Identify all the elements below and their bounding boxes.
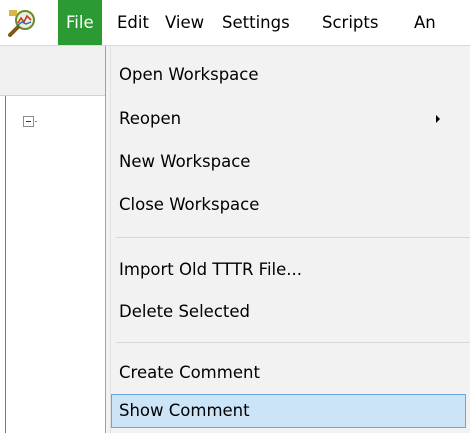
workspace-panel [0,46,112,433]
collapse-tree-icon[interactable] [23,116,34,127]
menu-item-delete-selected[interactable]: Delete Selected [106,295,470,329]
magnifier-chart-icon[interactable] [7,8,37,38]
submenu-arrow-icon [436,115,440,123]
menu-item-label: Import Old TTTR File... [119,260,303,279]
menu-item-open-workspace[interactable]: Open Workspace [106,58,470,92]
menu-item-import-old-tttr[interactable]: Import Old TTTR File... [106,253,470,287]
menu-item-label: New Workspace [119,152,251,171]
menu-item-label: Reopen [119,109,182,128]
menu-item-show-comment[interactable]: Show Comment [111,394,466,428]
file-dropdown-menu: Open Workspace Reopen New Workspace Clos… [105,46,470,433]
menu-view[interactable]: View [165,0,204,45]
menu-item-label: Create Comment [119,363,260,382]
menu-item-reopen[interactable]: Reopen [106,102,470,136]
workspace-toolbar-strip [0,46,112,96]
menu-item-close-workspace[interactable]: Close Workspace [106,188,470,222]
panel-border [5,96,6,433]
menu-bar: File Edit View Settings Scripts An [0,0,470,46]
menu-scripts[interactable]: Scripts [322,0,378,45]
menu-settings[interactable]: Settings [222,0,290,45]
menu-separator [116,237,470,238]
menu-edit[interactable]: Edit [117,0,149,45]
menu-file[interactable]: File [58,0,102,45]
menu-item-new-workspace[interactable]: New Workspace [106,145,470,179]
tree-connector [35,121,37,122]
menu-item-label: Show Comment [119,401,250,420]
menu-item-create-comment[interactable]: Create Comment [106,356,470,390]
menu-item-label: Close Workspace [119,195,260,214]
menu-separator [116,342,470,343]
menu-item-label: Delete Selected [119,302,250,321]
menu-analysis[interactable]: An [414,0,436,45]
menu-item-label: Open Workspace [119,65,259,84]
